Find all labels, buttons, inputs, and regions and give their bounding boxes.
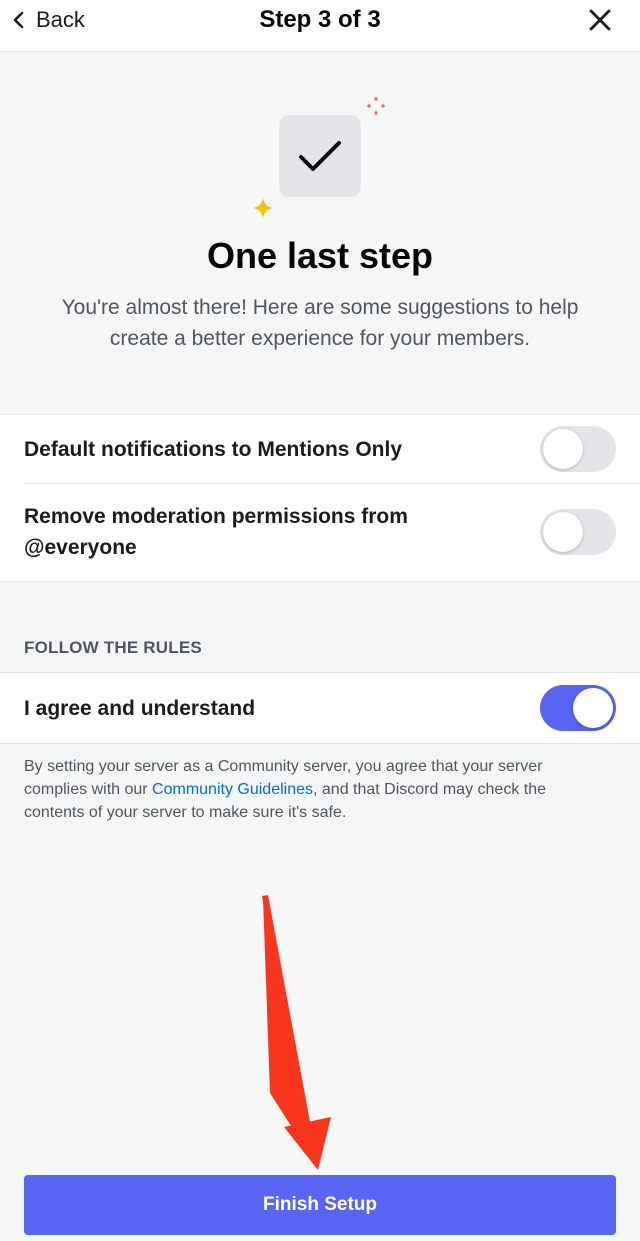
remove-moderation-toggle[interactable] (540, 509, 616, 555)
page-title: Step 3 of 3 (259, 6, 381, 33)
suggestion-label: Remove moderation permissions from @ever… (24, 505, 408, 559)
rules-group: I agree and understand (0, 672, 640, 744)
agree-row[interactable]: I agree and understand (0, 673, 640, 743)
toggle-knob (543, 429, 583, 469)
suggestion-label: Default notifications to Mentions Only (24, 437, 402, 461)
community-setup-screen: Back Step 3 of 3 One last step You're al… (0, 0, 640, 1241)
agree-toggle[interactable] (540, 685, 616, 731)
close-button[interactable] (586, 6, 614, 34)
suggestions-group: Default notifications to Mentions Only R… (0, 414, 640, 582)
star-sparkle-icon (253, 198, 273, 218)
hero-subtitle: You're almost there! Here are some sugge… (61, 296, 579, 350)
mentions-only-toggle[interactable] (540, 426, 616, 472)
section-header-rules: FOLLOW THE RULES (24, 638, 202, 657)
toggle-knob (573, 688, 613, 728)
suggestion-row-mentions[interactable]: Default notifications to Mentions Only (0, 415, 640, 483)
finish-setup-button[interactable]: Finish Setup (24, 1175, 616, 1235)
header-bar: Back Step 3 of 3 (0, 0, 640, 52)
community-disclaimer: By setting your server as a Community se… (24, 755, 600, 824)
agree-label: I agree and understand (24, 696, 256, 720)
hero-title: One last step (206, 235, 434, 276)
community-guidelines-link[interactable]: Community Guidelines (152, 781, 313, 798)
toggle-knob (543, 512, 583, 552)
checkmark-badge (279, 115, 361, 197)
sparkle-icon (367, 97, 385, 115)
suggestion-row-moderation[interactable]: Remove moderation permissions from @ever… (0, 483, 640, 581)
close-icon (589, 9, 611, 31)
checkmark-icon (299, 141, 341, 171)
